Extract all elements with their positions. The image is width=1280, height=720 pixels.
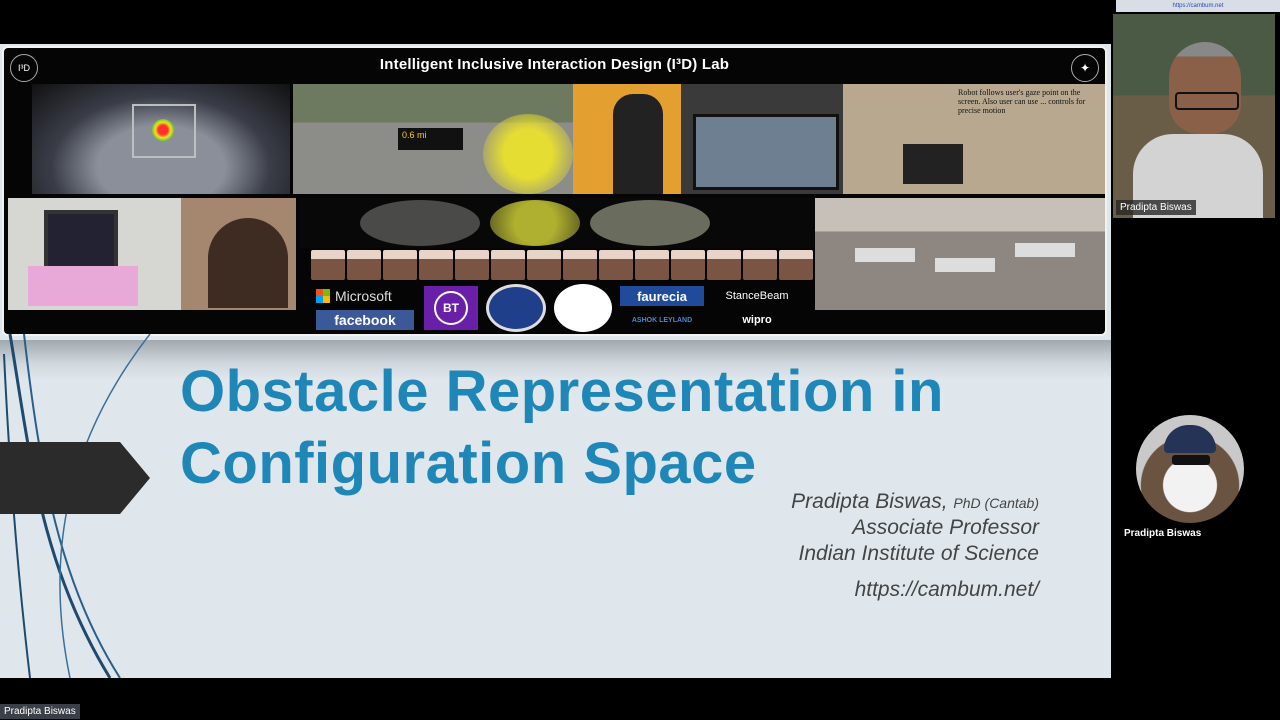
captain-cap-icon [1164,425,1216,453]
shared-slide: I³D ✦ Intelligent Inclusive Interaction … [0,44,1111,678]
team-face [779,250,813,280]
presenter-face [1169,42,1241,134]
microsoft-logo: Microsoft [316,286,416,306]
team-face [347,250,381,280]
wipro-logo: wipro [742,314,772,326]
author-title: Associate Professor [852,516,1039,539]
arrow-tab-shape [0,442,150,514]
microsoft-grid-icon [316,289,330,303]
shared-browser-url-strip: https://cambum.net [1116,0,1280,12]
cockpit-gaze-photo [32,84,290,194]
vr-headset-photo [573,84,843,194]
drone-strip-photo [300,198,815,248]
facebook-logo: facebook [316,310,414,330]
stancebeam-logo: StanceBeam [725,290,789,302]
team-face [419,250,453,280]
banner-title: Intelligent Inclusive Interaction Design… [379,56,730,73]
participant-avatar[interactable] [1136,415,1244,523]
isro-emblem-icon [554,284,612,332]
faurecia-logo: faurecia [620,286,704,306]
glasses-icon [1175,92,1239,110]
self-view-name-label: Pradipta Biswas [0,704,80,719]
team-face [635,250,669,280]
child-computer-photo [8,198,296,310]
bt-logo: BT [424,286,478,330]
participant-video-tile[interactable] [1113,14,1275,218]
author-name: Pradipta Biswas, PhD (Cantab) [791,490,1039,513]
road-sign: 0.6 mi [398,128,463,150]
team-face [671,250,705,280]
team-face [563,250,597,280]
team-face [311,250,345,280]
author-degree: PhD (Cantab) [953,495,1039,511]
avatar-name-label: Pradipta Biswas [1124,528,1202,539]
team-face [455,250,489,280]
team-faces [311,250,813,280]
team-face [743,250,777,280]
robot-note: Robot follows user's gaze point on the s… [958,88,1086,115]
sponsor-logos: Microsoft facebook BT faurecia ASHOK LEY… [314,284,804,332]
drdo-emblem-icon [486,284,546,332]
driving-hud-photo: 0.6 mi [293,84,573,194]
virtual-office-photo [815,198,1105,310]
team-face [527,250,561,280]
team-face [599,250,633,280]
ashok-leyland-logo: ASHOK LEYLAND [631,316,693,324]
slide-title: Obstacle Representation in Configuration… [180,359,944,496]
participant-name-label: Pradipta Biswas [1116,200,1196,215]
author-affiliation: Indian Institute of Science [798,542,1040,565]
team-face [491,250,525,280]
team-face [707,250,741,280]
author-url[interactable]: https://cambum.net/ [855,578,1039,602]
sunglasses-icon [1172,455,1210,465]
robot-arm-photo: Robot follows user's gaze point on the s… [843,84,1105,194]
lab-banner: I³D ✦ Intelligent Inclusive Interaction … [2,46,1107,336]
team-face [383,250,417,280]
